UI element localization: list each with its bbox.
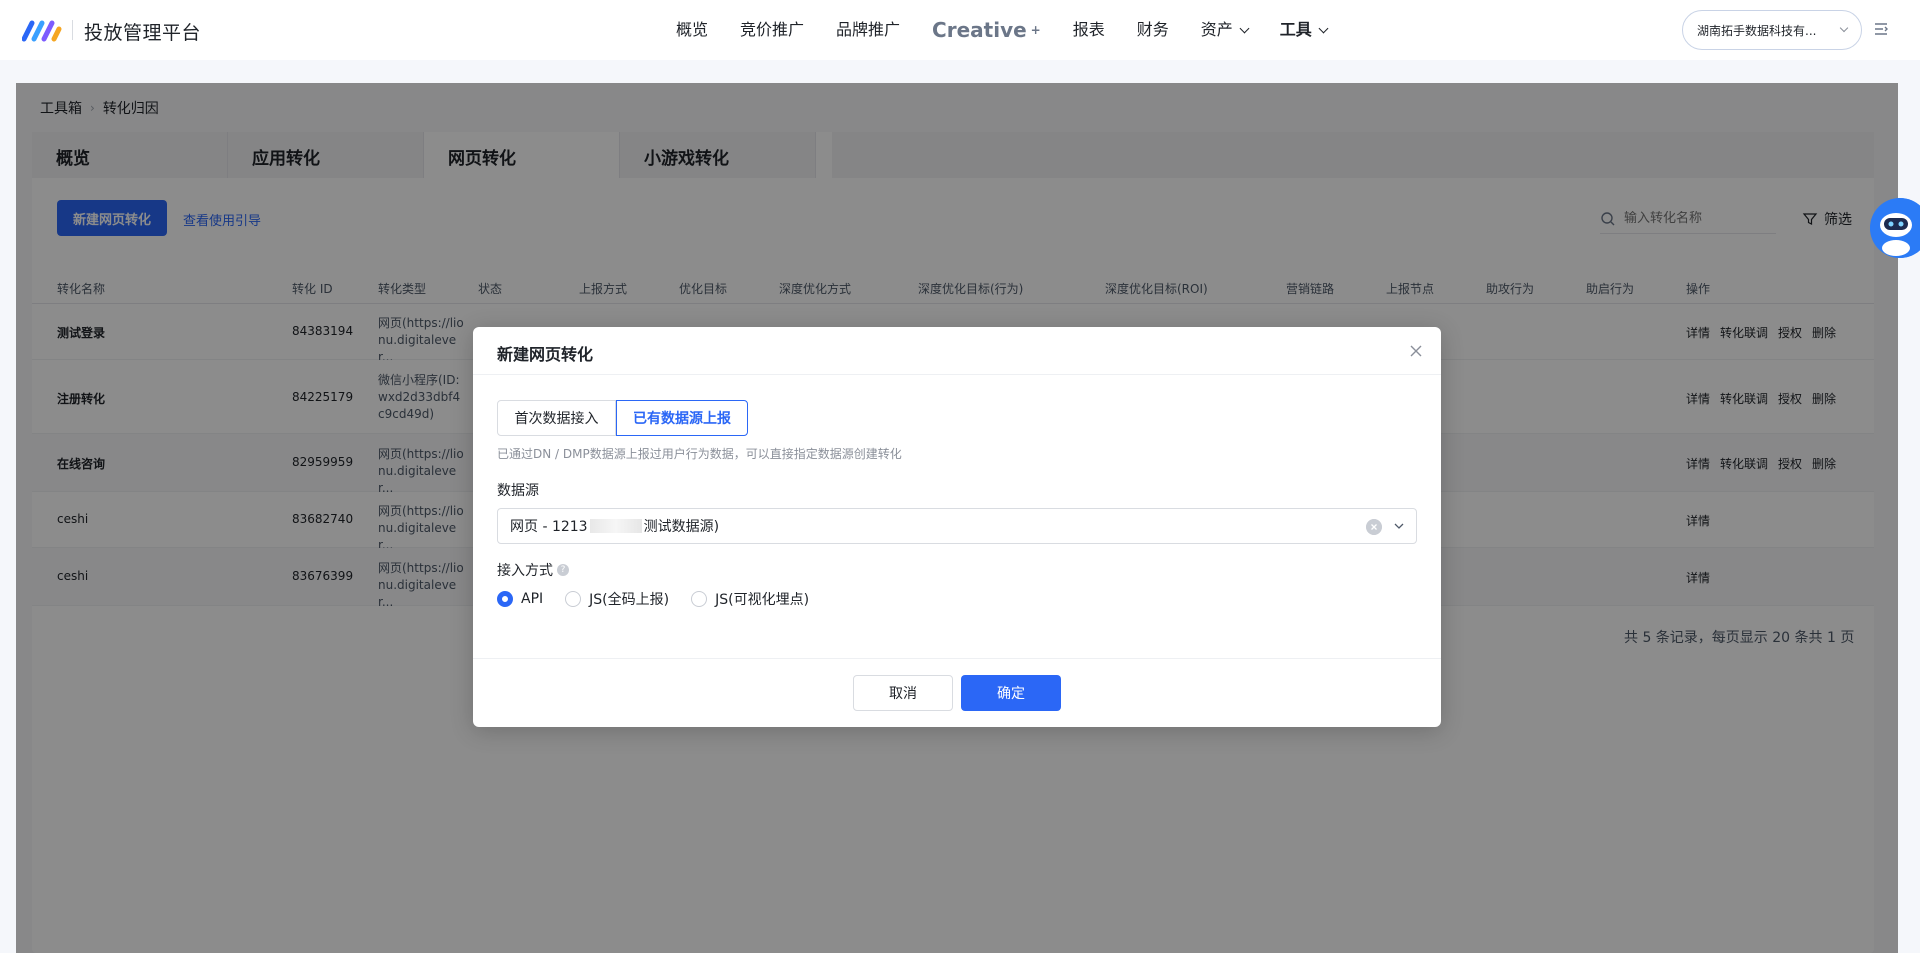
nav-finance[interactable]: 财务 [1121,0,1185,60]
nav-creative-label: Creative [932,18,1027,42]
nav-overview[interactable]: 概览 [660,0,724,60]
nav-tools-label: 工具 [1279,20,1312,39]
header-spacer [0,60,1920,83]
help-icon[interactable]: ? [557,564,569,576]
nav-bidding[interactable]: 竞价推广 [724,0,820,60]
top-navbar: 投放管理平台 概览 竞价推广 品牌推广 Creative + 报表 财务 资产 工… [0,0,1920,60]
account-name: 湖南拓手数据科技有... [1697,23,1817,38]
seg-existing-source[interactable]: 已有数据源上报 [616,400,748,436]
modal-header: 新建网页转化 [473,327,1441,375]
new-web-conversion-dialog: 新建网页转化 首次数据接入 已有数据源上报 已通过DN / DMP数据源上报过用… [473,327,1441,727]
datasource-value-suffix: 测试数据源) [643,519,720,535]
chevron-down-icon [1318,23,1329,33]
modal-footer-divider [473,658,1441,659]
chevron-down-icon [1239,23,1250,33]
radio-unchecked-icon [691,591,708,607]
datasource-value-prefix: 网页 - 1213 [510,519,588,535]
confirm-button[interactable]: 确定 [961,675,1061,711]
main-nav: 概览 竞价推广 品牌推广 Creative + 报表 财务 资产 工具 [660,0,1343,60]
access-method-text: 接入方式 [497,563,553,579]
nav-creative[interactable]: Creative + [916,0,1057,60]
cancel-button[interactable]: 取消 [853,675,953,711]
logo-divider [72,20,73,40]
radio-js-full-label: JS(全码上报) [589,592,670,608]
redacted-text [589,519,642,533]
nav-reports[interactable]: 报表 [1057,0,1121,60]
seg-first-access[interactable]: 首次数据接入 [497,400,616,436]
chevron-down-icon[interactable] [1392,519,1406,533]
datasource-select[interactable]: 网页 - 1213 测试数据源) [497,508,1417,544]
nav-assets-label: 资产 [1200,20,1233,39]
clear-icon[interactable] [1366,519,1382,535]
radio-checked-icon [497,591,513,607]
radio-unchecked-icon [565,591,582,607]
collapse-menu-icon[interactable] [1872,20,1890,38]
nav-tools[interactable]: 工具 [1264,0,1343,60]
nav-assets[interactable]: 资产 [1185,0,1264,60]
radio-js-full[interactable]: JS(全码上报) [565,589,669,609]
radio-api[interactable]: API [497,589,543,609]
chevron-down-icon [1839,23,1849,33]
access-type-segmented: 首次数据接入 已有数据源上报 [497,400,748,436]
nav-brand[interactable]: 品牌推广 [820,0,916,60]
radio-js-visual-label: JS(可视化埋点) [715,592,810,608]
account-switcher[interactable]: 湖南拓手数据科技有... [1682,10,1862,50]
datasource-label: 数据源 [497,483,539,499]
radio-api-label: API [521,591,544,607]
modal-title: 新建网页转化 [497,345,594,364]
access-method-radio-group: API JS(全码上报) JS(可视化埋点) [497,589,809,609]
nav-creative-suffix: + [1030,23,1041,37]
hint-text: 已通过DN / DMP数据源上报过用户行为数据，可以直接指定数据源创建转化 [497,447,902,461]
access-method-label: 接入方式 ? [497,560,569,580]
radio-js-visual[interactable]: JS(可视化埋点) [691,589,809,609]
brand-logo-icon[interactable] [22,17,62,43]
brand-title: 投放管理平台 [84,22,202,44]
close-icon[interactable] [1407,342,1425,360]
